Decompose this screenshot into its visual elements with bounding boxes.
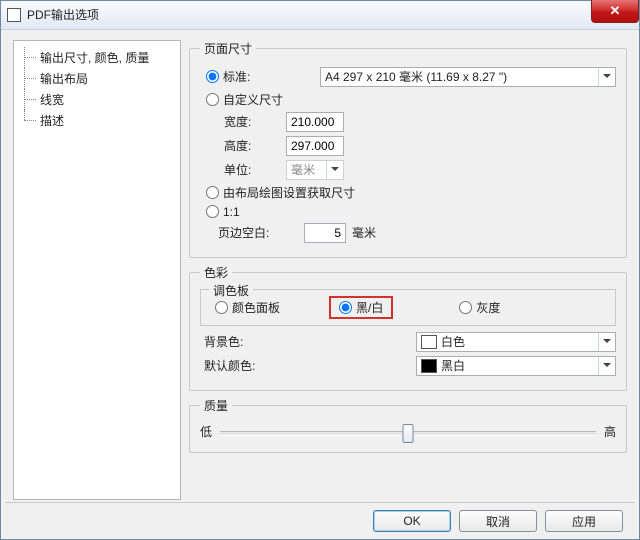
- page-size-legend: 页面尺寸: [200, 40, 256, 57]
- bgcolor-label: 背景色:: [200, 333, 290, 350]
- palette-group: 调色板 颜色面板 黑/白 灰度: [200, 289, 616, 326]
- radio-standard-label: 标准:: [223, 68, 250, 85]
- margin-label: 页边空白:: [200, 224, 304, 241]
- width-field[interactable]: [286, 112, 344, 132]
- row-unit: 单位: 毫米: [200, 160, 616, 180]
- color-legend: 色彩: [200, 264, 232, 281]
- row-one-to-one: 1:1: [200, 205, 616, 219]
- radio-one-to-one-input[interactable]: [206, 205, 219, 218]
- radio-custom-input[interactable]: [206, 93, 219, 106]
- row-custom: 自定义尺寸: [200, 91, 616, 108]
- tree-item-output-layout[interactable]: 输出布局: [18, 68, 176, 89]
- palette-group-label: 调色板: [209, 282, 253, 299]
- nav-tree[interactable]: 输出尺寸, 颜色, 质量 输出布局 线宽 描述: [13, 40, 181, 500]
- height-field[interactable]: [286, 136, 344, 156]
- window-title: PDF输出选项: [27, 6, 99, 23]
- unit-combo[interactable]: 毫米: [286, 160, 344, 180]
- radio-bw-highlight: 黑/白: [329, 296, 393, 319]
- quality-slider[interactable]: [220, 422, 596, 442]
- apply-button[interactable]: 应用: [545, 510, 623, 532]
- radio-custom-label: 自定义尺寸: [223, 91, 283, 108]
- bgcolor-combo[interactable]: 白色: [416, 332, 616, 352]
- bgcolor-value: 白色: [441, 333, 465, 350]
- tree-item-line-width[interactable]: 线宽: [18, 89, 176, 110]
- row-margin: 页边空白: 毫米: [200, 223, 616, 243]
- height-label: 高度:: [200, 137, 286, 154]
- tree-item-description[interactable]: 描述: [18, 110, 176, 131]
- button-bar: OK 取消 应用: [5, 502, 635, 539]
- paper-size-combo[interactable]: A4 297 x 210 毫米 (11.69 x 8.27 "): [320, 67, 616, 87]
- radio-one-to-one-label: 1:1: [223, 205, 240, 219]
- tree-item-label: 描述: [40, 114, 64, 128]
- chevron-down-icon: [598, 357, 615, 375]
- radio-from-layout-input[interactable]: [206, 186, 219, 199]
- apply-label: 应用: [572, 513, 596, 530]
- tree-item-label: 输出尺寸, 颜色, 质量: [40, 51, 149, 65]
- radio-bw-input[interactable]: [339, 301, 352, 314]
- settings-panel: 页面尺寸 标准: A4 297 x 210 毫米 (11.69 x 8.27 "…: [189, 40, 627, 498]
- chevron-down-icon: [326, 161, 343, 179]
- unit-label: 单位:: [200, 161, 286, 178]
- radio-bw-label: 黑/白: [356, 299, 383, 316]
- row-bgcolor: 背景色: 白色: [200, 332, 616, 352]
- swatch-white-icon: [421, 335, 437, 349]
- margin-field[interactable]: [304, 223, 346, 243]
- app-icon: [7, 8, 21, 22]
- quality-high-label: 高: [604, 423, 616, 440]
- paper-size-value: A4 297 x 210 毫米 (11.69 x 8.27 "): [325, 68, 507, 85]
- row-from-layout: 由布局绘图设置获取尺寸: [200, 184, 616, 201]
- row-standard: 标准: A4 297 x 210 毫米 (11.69 x 8.27 "): [200, 67, 616, 87]
- page-size-group: 页面尺寸 标准: A4 297 x 210 毫米 (11.69 x 8.27 "…: [189, 40, 627, 258]
- radio-standard[interactable]: 标准:: [200, 68, 320, 85]
- radio-custom[interactable]: 自定义尺寸: [200, 91, 283, 108]
- cancel-button[interactable]: 取消: [459, 510, 537, 532]
- cancel-label: 取消: [486, 513, 510, 530]
- quality-low-label: 低: [200, 423, 212, 440]
- radio-color-panel-label: 颜色面板: [232, 299, 280, 316]
- radio-gray-label: 灰度: [476, 299, 500, 316]
- unit-value: 毫米: [291, 161, 315, 178]
- swatch-black-icon: [421, 359, 437, 373]
- radio-one-to-one[interactable]: 1:1: [200, 205, 240, 219]
- dialog-window: PDF输出选项 ✕ 输出尺寸, 颜色, 质量 输出布局 线宽 描述 页面尺寸 标…: [0, 0, 640, 540]
- quality-group: 质量 低 高: [189, 397, 627, 453]
- close-icon: ✕: [610, 3, 621, 19]
- width-label: 宽度:: [200, 113, 286, 130]
- radio-from-layout-label: 由布局绘图设置获取尺寸: [223, 184, 355, 201]
- chevron-down-icon: [598, 68, 615, 86]
- default-color-combo[interactable]: 黑白: [416, 356, 616, 376]
- margin-unit: 毫米: [352, 224, 376, 241]
- radio-from-layout[interactable]: 由布局绘图设置获取尺寸: [200, 184, 355, 201]
- slider-thumb[interactable]: [403, 424, 414, 443]
- close-button[interactable]: ✕: [591, 0, 639, 23]
- row-default-color: 默认颜色: 黑白: [200, 356, 616, 376]
- radio-gray[interactable]: 灰度: [453, 299, 500, 316]
- radio-color-panel[interactable]: 颜色面板: [209, 299, 329, 316]
- quality-legend: 质量: [200, 397, 232, 414]
- tree-item-label: 线宽: [40, 93, 64, 107]
- ok-label: OK: [403, 514, 420, 528]
- quality-slider-row: 低 高: [200, 422, 616, 442]
- color-group: 色彩 调色板 颜色面板 黑/白 灰: [189, 264, 627, 391]
- chevron-down-icon: [598, 333, 615, 351]
- ok-button[interactable]: OK: [373, 510, 451, 532]
- radio-black-white[interactable]: 黑/白: [333, 299, 383, 316]
- default-color-label: 默认颜色:: [200, 357, 290, 374]
- tree-item-output-size[interactable]: 输出尺寸, 颜色, 质量: [18, 47, 176, 68]
- radio-standard-input[interactable]: [206, 70, 219, 83]
- content-area: 输出尺寸, 颜色, 质量 输出布局 线宽 描述 页面尺寸 标准: A4 297 …: [1, 30, 639, 502]
- row-width: 宽度:: [200, 112, 616, 132]
- radio-color-panel-input[interactable]: [215, 301, 228, 314]
- tree-item-label: 输出布局: [40, 72, 88, 86]
- radio-gray-input[interactable]: [459, 301, 472, 314]
- title-bar[interactable]: PDF输出选项 ✕: [1, 1, 639, 30]
- row-height: 高度:: [200, 136, 616, 156]
- default-color-value: 黑白: [441, 357, 465, 374]
